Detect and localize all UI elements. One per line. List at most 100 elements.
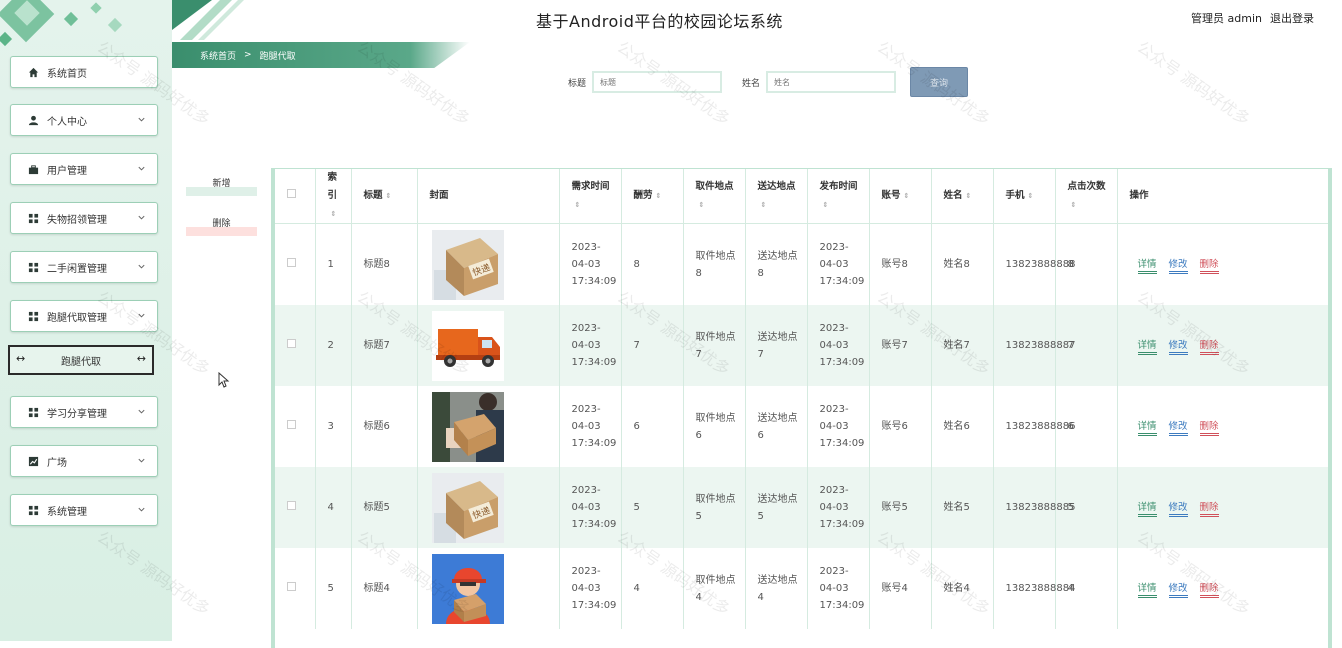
sort-icon[interactable]: ⇕: [1028, 187, 1034, 205]
cell-deliver: 送达地点6: [745, 386, 808, 467]
delete-link[interactable]: 删除: [1199, 502, 1219, 517]
sidebar-item[interactable]: 个人中心: [10, 104, 158, 136]
breadcrumb-home[interactable]: 系统首页: [200, 49, 236, 62]
detail-link[interactable]: 详情: [1137, 259, 1157, 274]
courier-handover-image: [431, 391, 559, 462]
column-header-label: 送达地点: [757, 181, 796, 192]
grid-icon: [27, 212, 39, 224]
sidebar-item[interactable]: 学习分享管理: [10, 396, 158, 428]
briefcase-icon: [27, 163, 39, 175]
sidebar-subitem-errand[interactable]: ↔ 跑腿代取 ↔: [8, 345, 154, 375]
sort-icon[interactable]: ⇕: [656, 187, 662, 205]
table-row: 4 标题5 快递 2023-04-03 17:34:09 5 取件地点5 送达地点5 2023…: [275, 467, 1328, 548]
watermark-text: 公众号 源码好优多: [1133, 37, 1254, 130]
column-header-label: 酬劳: [633, 190, 653, 201]
site-title: 基于Android平台的校园论坛系统: [536, 12, 783, 31]
row-checkbox[interactable]: [287, 258, 296, 267]
logout-link[interactable]: 退出登录: [1270, 10, 1314, 26]
sidebar-item-label: 用户管理: [47, 165, 87, 177]
sort-icon[interactable]: ⇕: [1071, 196, 1077, 214]
column-header[interactable]: 需求时间 ⇕: [559, 169, 622, 224]
sidebar-item-label: 学习分享管理: [47, 408, 107, 420]
row-checkbox[interactable]: [287, 339, 296, 348]
cell-need-time: 2023-04-03 17:34:09: [559, 305, 622, 386]
home-icon: [27, 66, 39, 78]
cell-phone: 13823888886: [993, 386, 1076, 467]
sidebar-item[interactable]: 失物招领管理: [10, 202, 158, 234]
grid-icon: [27, 504, 39, 516]
column-header-label: 姓名: [943, 190, 963, 201]
detail-link[interactable]: 详情: [1137, 340, 1157, 355]
row-checkbox[interactable]: [287, 582, 296, 591]
sort-icon[interactable]: ⇕: [331, 205, 337, 223]
chevron-down-icon: [137, 505, 147, 515]
sort-icon[interactable]: ⇕: [904, 187, 910, 205]
column-header[interactable]: 点击次数 ⇕: [1055, 169, 1118, 224]
cell-phone: 13823888885: [993, 467, 1076, 548]
chart-icon: [27, 455, 39, 467]
add-button[interactable]: 新增: [186, 176, 257, 196]
batch-delete-button[interactable]: 删除: [186, 216, 257, 236]
cell-publish-time: 2023-04-03 17:34:09: [807, 548, 870, 629]
detail-link[interactable]: 详情: [1137, 583, 1157, 598]
sort-icon[interactable]: ⇕: [761, 196, 767, 214]
cell-cover: [417, 305, 560, 386]
column-header-label: 发布时间: [819, 181, 858, 192]
sort-icon[interactable]: ⇕: [823, 196, 829, 214]
select-all-checkbox[interactable]: [287, 189, 296, 198]
sidebar-item[interactable]: 跑腿代取管理: [10, 300, 158, 332]
sidebar-item[interactable]: 系统首页: [10, 56, 158, 88]
sort-icon[interactable]: ⇕: [386, 187, 392, 205]
edit-link[interactable]: 修改: [1168, 502, 1188, 517]
column-header[interactable]: 酬劳 ⇕: [621, 169, 684, 224]
row-select-cell: [275, 467, 316, 548]
column-header[interactable]: 姓名 ⇕: [931, 169, 994, 224]
column-header[interactable]: 手机 ⇕: [993, 169, 1056, 224]
edit-link[interactable]: 修改: [1168, 583, 1188, 598]
header-stripes-decoration: [172, 0, 244, 40]
edit-link[interactable]: 修改: [1168, 259, 1188, 274]
cell-cover: [417, 548, 560, 629]
column-header[interactable]: 账号 ⇕: [869, 169, 932, 224]
column-header-label: 操作: [1129, 190, 1149, 201]
sort-icon[interactable]: ⇕: [699, 196, 705, 214]
grid-icon: [27, 310, 39, 322]
row-select-cell: [275, 548, 316, 629]
sidebar-subitem-label: 跑腿代取: [61, 356, 101, 368]
data-table-container: 索引⇕ 标题 ⇕ 封面 需求时间⇕ 酬劳 ⇕ 取件地点⇕ 送达地点⇕ 发布时间⇕ 账号 ⇕ 姓名 ⇕ 手机 ⇕…: [271, 168, 1332, 648]
row-checkbox[interactable]: [287, 420, 296, 429]
row-checkbox[interactable]: [287, 501, 296, 510]
title-search-input[interactable]: [592, 71, 723, 93]
column-header[interactable]: 索引 ⇕: [315, 169, 352, 224]
name-search-input[interactable]: [766, 71, 897, 93]
column-header: 封面: [417, 169, 560, 224]
column-header[interactable]: 发布时间 ⇕: [807, 169, 870, 224]
column-header[interactable]: 送达地点 ⇕: [745, 169, 808, 224]
sidebar-item[interactable]: 二手闲置管理: [10, 251, 158, 283]
delete-link[interactable]: 删除: [1199, 259, 1219, 274]
table-header-row: 索引⇕ 标题 ⇕ 封面 需求时间⇕ 酬劳 ⇕ 取件地点⇕ 送达地点⇕ 发布时间⇕ 账号 ⇕ 姓名 ⇕ 手机 ⇕…: [275, 169, 1328, 224]
sidebar-item[interactable]: 系统管理: [10, 494, 158, 526]
detail-link[interactable]: 详情: [1137, 421, 1157, 436]
cell-need-time: 2023-04-03 17:34:09: [559, 386, 622, 467]
sidebar-item-label: 系统首页: [47, 68, 87, 80]
edit-link[interactable]: 修改: [1168, 421, 1188, 436]
chevron-down-icon: [137, 311, 147, 321]
cell-need-time: 2023-04-03 17:34:09: [559, 548, 622, 629]
detail-link[interactable]: 详情: [1137, 502, 1157, 517]
delete-link[interactable]: 删除: [1199, 421, 1219, 436]
sidebar-item[interactable]: 用户管理: [10, 153, 158, 185]
column-header[interactable]: 取件地点 ⇕: [683, 169, 746, 224]
cell-reward: 4: [621, 548, 684, 629]
column-header-label: 点击次数: [1067, 181, 1106, 192]
sidebar-item[interactable]: 广场: [10, 445, 158, 477]
title-search-label: 标题: [568, 78, 587, 89]
sort-icon[interactable]: ⇕: [575, 196, 581, 214]
sort-icon[interactable]: ⇕: [966, 187, 972, 205]
delete-link[interactable]: 删除: [1199, 340, 1219, 355]
cell-operations: 详情 修改 删除: [1117, 305, 1328, 386]
column-header[interactable]: 标题 ⇕: [351, 169, 418, 224]
edit-link[interactable]: 修改: [1168, 340, 1188, 355]
delete-link[interactable]: 删除: [1199, 583, 1219, 598]
query-button[interactable]: 查询: [910, 67, 969, 97]
